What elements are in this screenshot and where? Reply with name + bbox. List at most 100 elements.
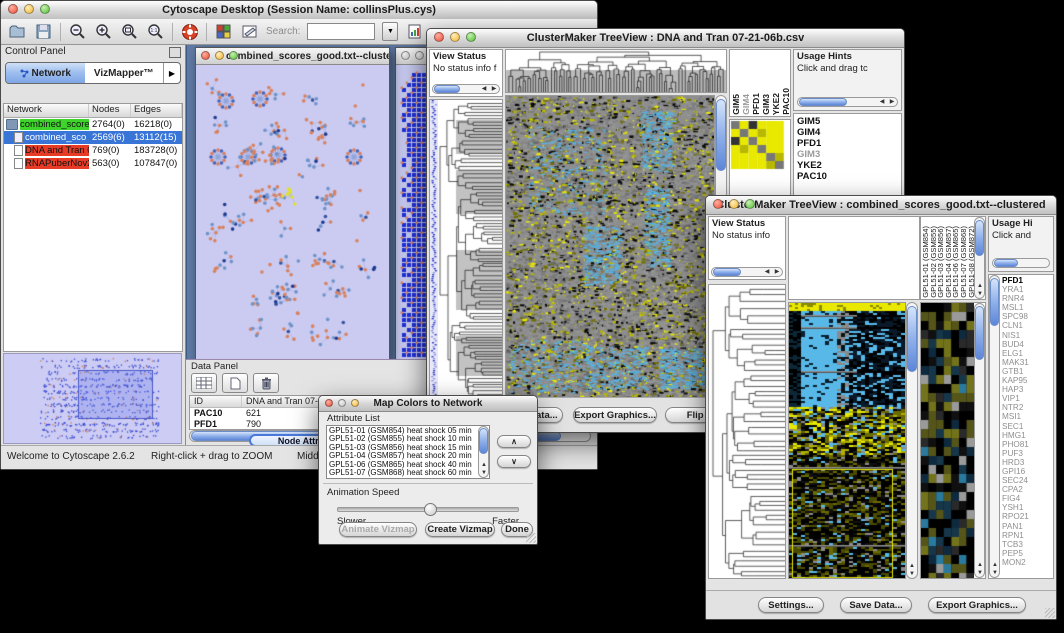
tab-vizmapper[interactable]: VizMapper™ (85, 63, 164, 83)
network-row[interactable]: combined_scores 2764(0) 16218(0) (4, 118, 182, 131)
global-heatmap-panel[interactable] (788, 302, 906, 579)
array-tree-panel[interactable] (788, 216, 920, 300)
view-status-scrollbar[interactable]: ◀ ▶ (711, 267, 783, 277)
delete-attribute-button[interactable] (253, 373, 279, 393)
tab-network[interactable]: Network (6, 63, 85, 83)
move-up-button[interactable]: ∧ (497, 435, 531, 448)
minimize-button[interactable] (415, 51, 424, 60)
scroll-down-arrow[interactable]: ▼ (990, 570, 1000, 576)
scroll-left-arrow[interactable]: ◀ (479, 86, 489, 92)
global-heatmap-panel[interactable] (505, 95, 715, 398)
gene-label[interactable]: PFD1 (1002, 276, 1029, 285)
gene-label[interactable]: SEC1 (1002, 422, 1029, 431)
col-network[interactable]: Network (4, 104, 89, 117)
hscroll-thumb[interactable] (994, 259, 1018, 267)
scroll-down-arrow[interactable]: ▼ (975, 291, 985, 297)
zoom-vscrollbar[interactable]: ▲ ▼ (974, 303, 985, 578)
gene-label[interactable]: PHO81 (1002, 440, 1029, 449)
help-lifering-icon[interactable] (180, 22, 199, 41)
zoom-in-icon[interactable] (94, 22, 113, 41)
view-status-scrollbar[interactable]: ◀ ▶ (432, 84, 500, 94)
network-canvas[interactable] (196, 65, 389, 359)
create-vizmap-button[interactable]: Create Vizmap (425, 522, 495, 537)
column-label[interactable]: GIM4 (741, 94, 751, 115)
export-graphics-button[interactable]: Export Graphics... (928, 597, 1026, 613)
gene-label[interactable]: PUF3 (1002, 449, 1029, 458)
gene-tree-panel[interactable] (429, 99, 503, 398)
zoom-matrix-canvas[interactable] (730, 120, 786, 172)
array-tree-panel[interactable] (505, 49, 727, 93)
save-icon[interactable] (34, 22, 53, 41)
usage-hints-scrollbar[interactable] (992, 258, 1050, 268)
minimize-button[interactable] (729, 199, 739, 209)
gene-label[interactable]: CLN1 (1002, 321, 1029, 330)
gene-label[interactable]: RPO21 (1002, 512, 1029, 521)
column-labels-scrollbar[interactable]: ▲ ▼ (974, 217, 985, 299)
annotation-icon[interactable] (240, 22, 259, 41)
array-dendrogram-canvas[interactable] (506, 50, 726, 92)
zoom-button[interactable] (745, 199, 755, 209)
gene-label[interactable]: YSH1 (1002, 503, 1029, 512)
row-label[interactable]: PFD1 (797, 138, 901, 149)
zoom-button[interactable] (229, 51, 238, 60)
scroll-down-arrow[interactable]: ▼ (479, 470, 489, 476)
gene-label[interactable]: YRA1 (1002, 285, 1029, 294)
move-down-button[interactable]: ∨ (497, 455, 531, 468)
zoom-button[interactable] (40, 4, 50, 14)
vscroll-thumb[interactable] (716, 99, 726, 171)
network-view-1-titlebar[interactable]: combined_scores_good.txt--cluste... (196, 48, 389, 65)
birds-eye-view[interactable] (3, 353, 182, 444)
minimize-button[interactable] (450, 32, 460, 42)
birds-eye-canvas[interactable] (4, 354, 182, 441)
slider-thumb[interactable] (424, 503, 437, 516)
settings-button[interactable]: Settings... (758, 597, 824, 613)
export-graphics-button[interactable]: Export Graphics... (573, 407, 657, 423)
gene-tree-panel[interactable] (708, 284, 786, 579)
column-label[interactable]: PAC10 (781, 88, 791, 115)
network-row[interactable]: DNA and Tran 07 769(0) 183728(0) (4, 144, 182, 157)
row-label[interactable]: YKE2 (797, 160, 901, 171)
gene-label[interactable]: MAK31 (1002, 358, 1029, 367)
global-heatmap-canvas[interactable] (789, 303, 905, 579)
minimize-button[interactable] (215, 51, 224, 60)
open-file-icon[interactable] (8, 22, 27, 41)
close-button[interactable] (713, 199, 723, 209)
scroll-right-arrow[interactable]: ▶ (772, 269, 782, 275)
scroll-up-arrow[interactable]: ▲ (479, 462, 489, 468)
scroll-down-arrow[interactable]: ▼ (975, 570, 985, 576)
more-tabs-button[interactable]: ▶ (163, 63, 180, 83)
column-label[interactable]: GIM5 (731, 94, 741, 115)
row-label[interactable]: GIM3 (797, 149, 901, 160)
row-label[interactable]: PAC10 (797, 171, 901, 182)
close-button[interactable] (401, 51, 410, 60)
gene-label[interactable]: MSL1 (1002, 303, 1029, 312)
gene-label[interactable]: PEP5 (1002, 549, 1029, 558)
gene-dendrogram-canvas[interactable] (438, 100, 502, 398)
gene-label[interactable]: HAP3 (1002, 385, 1029, 394)
column-label[interactable]: PFD1 (751, 93, 761, 115)
zoom-selected-region-icon[interactable] (120, 22, 139, 41)
network-row[interactable]: RNAPuberNov2+I 563(0) 107847(0) (4, 157, 182, 170)
close-button[interactable] (8, 4, 18, 14)
scroll-right-arrow[interactable]: ▶ (489, 86, 499, 92)
scroll-left-arrow[interactable]: ◀ (762, 269, 772, 275)
scroll-left-arrow[interactable]: ◀ (877, 99, 887, 105)
gene-labels-scrollbar[interactable]: ▲ ▼ (989, 275, 1000, 578)
gene-label[interactable]: GTB1 (1002, 367, 1029, 376)
treeview-combined-titlebar[interactable]: ClusterMaker TreeView : combined_scores_… (706, 196, 1056, 215)
gene-label[interactable]: HRD3 (1002, 458, 1029, 467)
gene-label[interactable]: MON2 (1002, 558, 1029, 567)
gene-label[interactable]: SPC98 (1002, 312, 1029, 321)
heatmap-vscrollbar[interactable]: ▲ ▼ (906, 302, 918, 579)
new-attribute-button[interactable] (222, 373, 248, 393)
gene-label[interactable]: GPI16 (1002, 467, 1029, 476)
search-dropdown-arrow[interactable]: ▼ (382, 22, 398, 41)
gene-label[interactable]: FIG4 (1002, 494, 1029, 503)
hscroll-thumb[interactable] (434, 85, 460, 93)
gene-label[interactable]: HMG1 (1002, 431, 1029, 440)
vscroll-thumb[interactable] (479, 428, 488, 454)
row-label[interactable]: GIM4 (797, 127, 901, 138)
gene-label[interactable]: NTR2 (1002, 403, 1029, 412)
gene-label[interactable]: ELG1 (1002, 349, 1029, 358)
resize-grip[interactable] (526, 533, 536, 543)
